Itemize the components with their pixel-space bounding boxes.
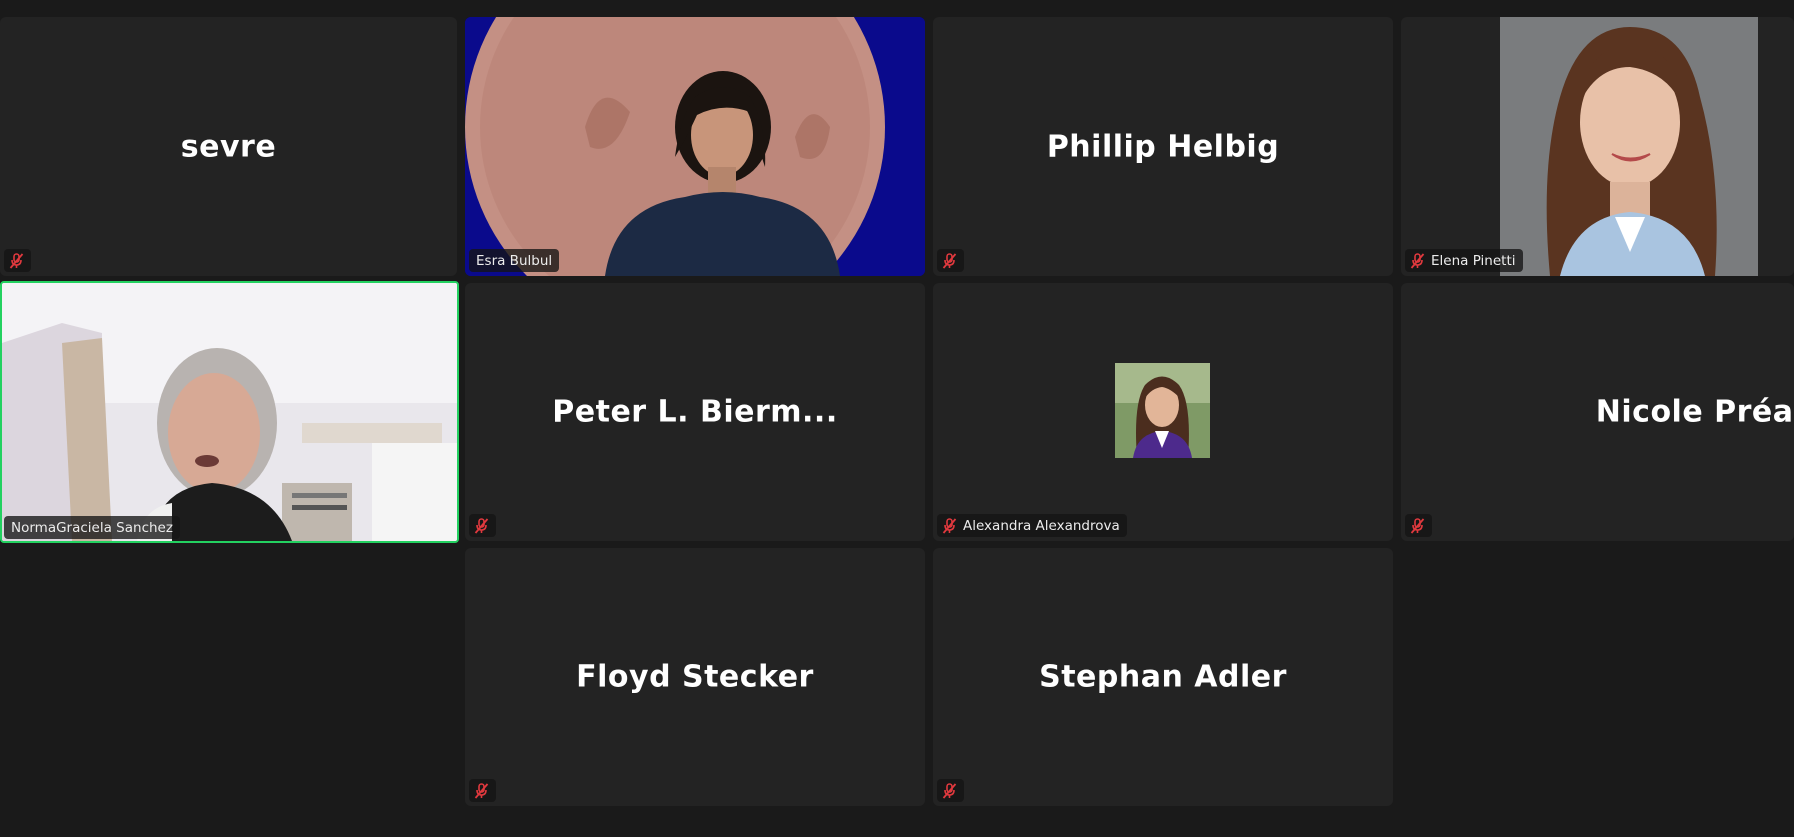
microphone-muted-icon bbox=[942, 252, 957, 269]
microphone-muted-icon bbox=[9, 252, 24, 269]
participant-namebar bbox=[469, 779, 496, 802]
participant-tile-elena-pinetti[interactable]: Elena Pinetti bbox=[1401, 17, 1794, 276]
participant-name: Stephan Adler bbox=[1039, 659, 1287, 695]
participant-namebar bbox=[4, 249, 31, 272]
participant-tile-normagraciela-sanchez[interactable]: NormaGraciela Sanchez bbox=[0, 281, 459, 543]
microphone-muted-icon bbox=[474, 517, 489, 534]
participant-namebar bbox=[937, 249, 964, 272]
participant-name: Floyd Stecker bbox=[576, 659, 814, 695]
video-feed bbox=[1500, 17, 1758, 276]
microphone-muted-icon bbox=[942, 782, 957, 799]
participant-namebar bbox=[937, 779, 964, 802]
participant-name: Phillip Helbig bbox=[1046, 129, 1280, 164]
participant-namebar: NormaGraciela Sanchez bbox=[4, 516, 180, 539]
participant-tile-alexandra-alexandrova[interactable]: Alexandra Alexandrova bbox=[933, 283, 1393, 541]
participant-name: sevre bbox=[180, 129, 277, 164]
participant-namebar: Elena Pinetti bbox=[1405, 249, 1523, 272]
participant-tile-esra-bulbul[interactable]: Esra Bulbul bbox=[465, 17, 925, 276]
microphone-muted-icon bbox=[474, 782, 489, 799]
microphone-muted-icon bbox=[1410, 252, 1425, 269]
microphone-muted-icon bbox=[942, 517, 957, 534]
video-feed bbox=[465, 17, 925, 276]
participant-name: Nicole Préaux bbox=[1595, 394, 1794, 430]
participant-namebar: Esra Bulbul bbox=[469, 249, 560, 272]
participant-tile-floyd-stecker[interactable]: Floyd Stecker bbox=[465, 548, 925, 806]
participant-tile-peter-l-bierm[interactable]: Peter L. Bierm... bbox=[465, 283, 925, 541]
video-feed bbox=[2, 283, 457, 541]
participant-namebar: Alexandra Alexandrova bbox=[937, 514, 1127, 537]
participant-label: Elena Pinetti bbox=[1431, 252, 1516, 269]
participant-namebar bbox=[469, 514, 496, 537]
avatar bbox=[1115, 363, 1210, 458]
participant-namebar bbox=[1405, 514, 1432, 537]
microphone-muted-icon bbox=[1410, 517, 1425, 534]
participant-tile-stephan-adler[interactable]: Stephan Adler bbox=[933, 548, 1393, 806]
participant-label: NormaGraciela Sanchez bbox=[11, 519, 173, 536]
participant-label: Alexandra Alexandrova bbox=[963, 517, 1120, 534]
participant-tile-phillip-helbig[interactable]: Phillip Helbig bbox=[933, 17, 1393, 276]
participant-label: Esra Bulbul bbox=[476, 252, 553, 269]
participant-tile-sevre[interactable]: sevre bbox=[0, 17, 457, 276]
participant-name: Peter L. Bierm... bbox=[552, 394, 838, 430]
participant-tile-nicole-preaux[interactable]: Nicole Préaux bbox=[1401, 283, 1794, 541]
